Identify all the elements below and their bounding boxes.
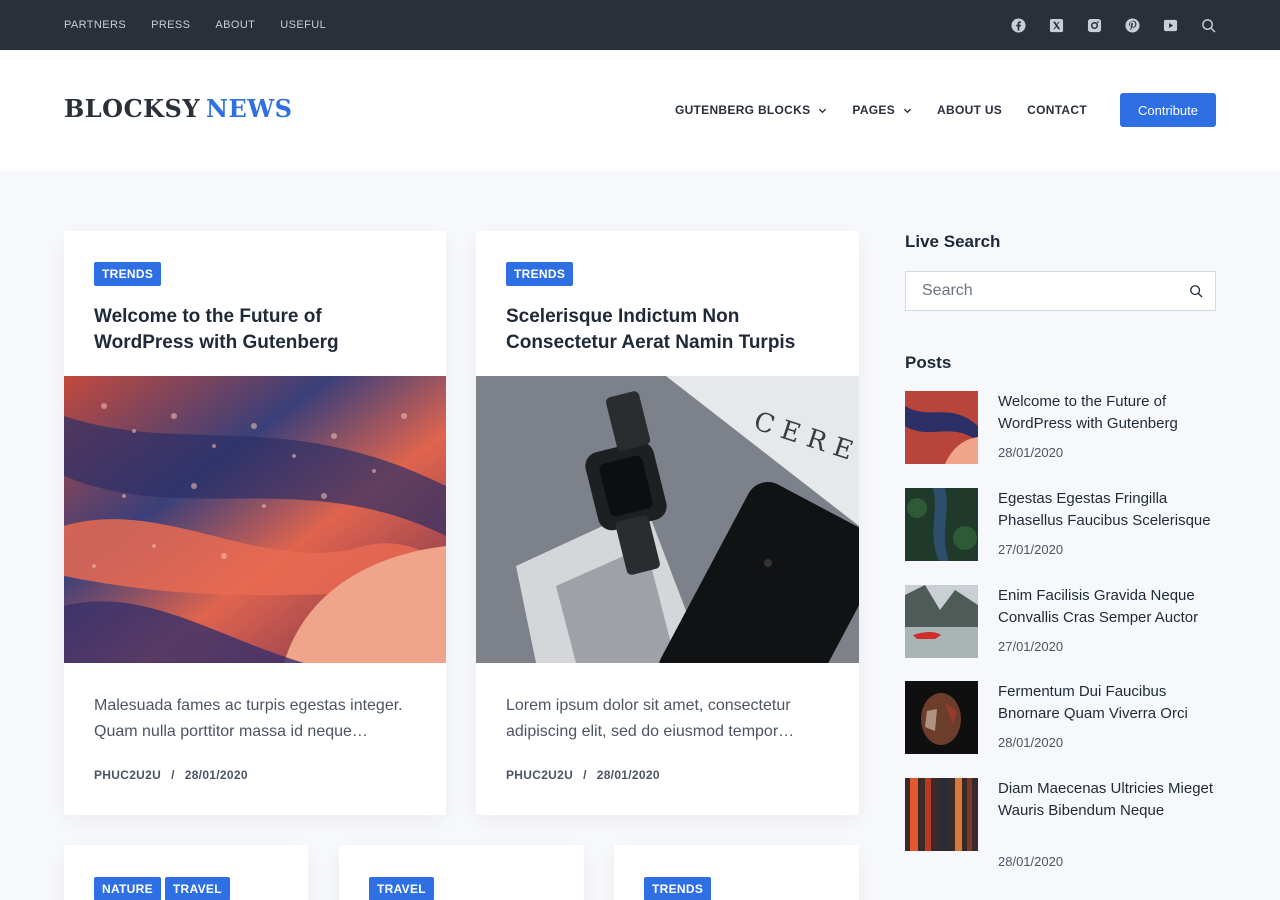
sidebar-post[interactable]: Diam Maecenas Ultricies Mieget Wauris Bi… bbox=[905, 778, 1216, 878]
tag-travel[interactable]: TRAVEL bbox=[369, 877, 434, 900]
post-card: TRENDS Scelerisque Indictum Non Consecte… bbox=[476, 231, 859, 815]
post-tags: TRENDS bbox=[94, 262, 162, 286]
tag-trends[interactable]: TRENDS bbox=[94, 262, 162, 286]
post-card: NATURE TRAVEL bbox=[64, 845, 308, 900]
post-title[interactable]: Diam Maecenas Ultricies Mieget Wauris Bi… bbox=[998, 778, 1220, 822]
logo-text-accent: NEWS bbox=[206, 94, 293, 123]
facebook-icon[interactable] bbox=[1010, 17, 1026, 33]
top-nav-useful[interactable]: USEFUL bbox=[280, 19, 326, 31]
tag-trends[interactable]: TRENDS bbox=[644, 877, 712, 900]
post-card: TRENDS bbox=[614, 845, 859, 900]
post-tags: TRAVEL bbox=[369, 877, 434, 900]
logo-text-primary: BLOCKSY bbox=[64, 94, 200, 123]
top-nav-about[interactable]: ABOUT bbox=[215, 19, 255, 31]
site-logo[interactable]: BLOCKSY NEWS bbox=[64, 94, 293, 123]
post-excerpt: Lorem ipsum dolor sit amet, consectetur … bbox=[506, 697, 795, 740]
post-thumbnail[interactable] bbox=[905, 778, 978, 851]
search-icon[interactable] bbox=[1189, 284, 1203, 298]
site-header: BLOCKSY NEWS GUTENBERG BLOCKS PAGES ABOUT… bbox=[0, 50, 1280, 170]
nav-item-contact[interactable]: CONTACT bbox=[1027, 103, 1087, 117]
contribute-button[interactable]: Contribute bbox=[1120, 93, 1216, 127]
meta-separator: / bbox=[583, 768, 587, 782]
chevron-down-icon bbox=[903, 108, 912, 113]
main-nav: GUTENBERG BLOCKS PAGES ABOUT US CONTACT bbox=[650, 50, 1087, 170]
post-date: 28/01/2020 bbox=[184, 768, 248, 782]
post-title[interactable]: Scelerisque Indictum Non Consectetur Aer… bbox=[506, 304, 836, 356]
sidebar-post[interactable]: Egestas Egestas Fringilla Phasellus Fauc… bbox=[905, 488, 1216, 568]
youtube-icon[interactable] bbox=[1162, 17, 1178, 33]
social-links bbox=[1010, 0, 1216, 50]
post-date: 28/01/2020 bbox=[998, 735, 1064, 750]
tag-travel[interactable]: TRAVEL bbox=[164, 877, 230, 900]
post-date: 28/01/2020 bbox=[596, 768, 660, 782]
post-featured-image[interactable] bbox=[64, 376, 446, 663]
top-nav-press[interactable]: PRESS bbox=[151, 19, 190, 31]
live-search-heading: Live Search bbox=[905, 232, 1001, 251]
live-search-box bbox=[905, 271, 1216, 311]
post-tags: TRENDS bbox=[644, 877, 712, 900]
post-title[interactable]: Enim Facilisis Gravida Neque Convallis C… bbox=[998, 585, 1220, 629]
search-icon[interactable] bbox=[1200, 17, 1216, 33]
sidebar-post[interactable]: Fermentum Dui Faucibus Bnornare Quam Viv… bbox=[905, 681, 1216, 761]
x-twitter-icon[interactable] bbox=[1048, 17, 1064, 33]
nav-item-label: CONTACT bbox=[1027, 103, 1087, 117]
post-title[interactable]: Welcome to the Future of WordPress with … bbox=[998, 391, 1220, 435]
post-card: TRENDS Welcome to the Future of WordPres… bbox=[64, 231, 446, 815]
nav-item-about-us[interactable]: ABOUT US bbox=[937, 103, 1002, 117]
post-title[interactable]: Welcome to the Future of WordPress with … bbox=[94, 304, 424, 356]
sidebar-post[interactable]: Welcome to the Future of WordPress with … bbox=[905, 391, 1216, 471]
post-thumbnail[interactable] bbox=[905, 391, 978, 464]
tag-trends[interactable]: TRENDS bbox=[506, 262, 574, 286]
post-meta: PHUC2U2U / 28/01/2020 bbox=[94, 768, 248, 782]
post-date: 28/01/2020 bbox=[998, 854, 1064, 869]
post-author[interactable]: PHUC2U2U bbox=[94, 768, 161, 782]
post-thumbnail[interactable] bbox=[905, 585, 978, 658]
post-thumbnail[interactable] bbox=[905, 681, 978, 754]
post-date: 27/01/2020 bbox=[998, 639, 1064, 654]
instagram-icon[interactable] bbox=[1086, 17, 1102, 33]
post-title[interactable]: Egestas Egestas Fringilla Phasellus Fauc… bbox=[998, 488, 1220, 532]
post-thumbnail[interactable] bbox=[905, 488, 978, 561]
meta-separator: / bbox=[171, 768, 175, 782]
top-nav: PARTNERS PRESS ABOUT USEFUL bbox=[64, 0, 351, 50]
nav-item-pages[interactable]: PAGES bbox=[852, 103, 912, 117]
nav-item-label: GUTENBERG BLOCKS bbox=[674, 103, 811, 117]
nav-item-gutenberg-blocks[interactable]: GUTENBERG BLOCKS bbox=[675, 103, 827, 117]
pinterest-icon[interactable] bbox=[1124, 17, 1140, 33]
post-title[interactable]: Fermentum Dui Faucibus Bnornare Quam Viv… bbox=[998, 681, 1220, 725]
tag-nature[interactable]: NATURE bbox=[94, 877, 161, 900]
post-date: 28/01/2020 bbox=[998, 445, 1064, 460]
top-nav-partners[interactable]: PARTNERS bbox=[64, 19, 126, 31]
post-tags: NATURE TRAVEL bbox=[94, 877, 230, 900]
top-bar: PARTNERS PRESS ABOUT USEFUL bbox=[0, 0, 1280, 50]
nav-item-label: ABOUT US bbox=[937, 103, 1003, 117]
chevron-down-icon bbox=[819, 108, 827, 113]
post-excerpt: Malesuada fames ac turpis egestas intege… bbox=[94, 697, 403, 740]
posts-heading: Posts bbox=[905, 353, 952, 372]
nav-item-label: PAGES bbox=[852, 103, 896, 117]
post-featured-image[interactable]: C E R E bbox=[476, 376, 859, 663]
post-tags: TRENDS bbox=[506, 262, 574, 286]
post-card: TRAVEL bbox=[339, 845, 584, 900]
post-author[interactable]: PHUC2U2U bbox=[506, 768, 573, 782]
search-input[interactable] bbox=[906, 272, 1166, 310]
post-meta: PHUC2U2U / 28/01/2020 bbox=[506, 768, 660, 782]
post-date: 27/01/2020 bbox=[998, 542, 1064, 557]
sidebar-post[interactable]: Enim Facilisis Gravida Neque Convallis C… bbox=[905, 585, 1216, 665]
